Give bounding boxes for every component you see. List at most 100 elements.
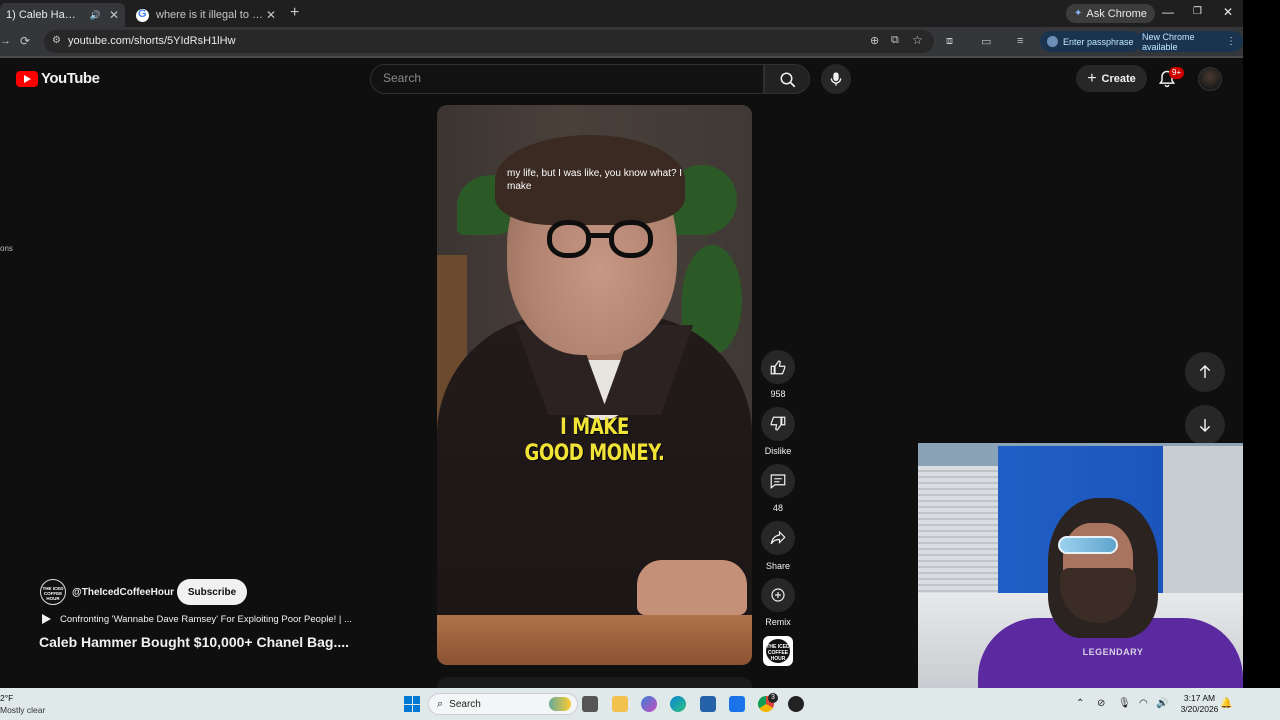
passphrase-button[interactable]: Enter passphrase: [1040, 31, 1141, 52]
bookmark-star-icon[interactable]: ☆: [912, 33, 923, 47]
network-off-icon[interactable]: ⊘: [1097, 698, 1105, 709]
close-tab-icon[interactable]: ✕: [266, 8, 276, 22]
copilot-icon[interactable]: [641, 696, 657, 712]
tab-google-search[interactable]: where is it illegal to count card ✕: [130, 3, 282, 27]
ask-chrome-label: Ask Chrome: [1086, 7, 1147, 20]
chrome-update-button[interactable]: New Chrome available ⋮: [1135, 31, 1243, 52]
wifi-icon[interactable]: ◠: [1139, 698, 1148, 709]
extensions-icon[interactable]: ⧈: [946, 35, 953, 48]
like-count: 958: [770, 389, 786, 399]
file-explorer-icon[interactable]: [612, 696, 628, 712]
related-video-link[interactable]: Confronting 'Wannabe Dave Ramsey' For Ex…: [40, 613, 352, 625]
overlay-line: I MAKE: [560, 415, 629, 440]
clock-date: 3/20/2026: [1180, 704, 1219, 714]
webcam-overlay: LEGENDARY: [918, 443, 1243, 688]
thumbs-down-icon: [770, 416, 786, 431]
task-view-icon[interactable]: [582, 696, 598, 712]
install-app-icon[interactable]: ⧉: [891, 34, 899, 47]
weather-description[interactable]: Mostly clear: [0, 705, 45, 715]
speaker-icon[interactable]: 🔊: [90, 10, 101, 21]
short-video-player[interactable]: my life, but I was like, you know what? …: [437, 105, 752, 665]
notifications-icon[interactable]: 🔔: [1220, 698, 1232, 709]
restore-icon[interactable]: ❐: [1193, 6, 1202, 17]
arrow-down-icon: [1199, 419, 1211, 433]
chrome-window-count: 3: [768, 693, 778, 703]
site-info-icon[interactable]: ⚙: [52, 35, 61, 46]
reload-icon[interactable]: ⟳: [20, 34, 30, 48]
next-short-preview[interactable]: [437, 677, 752, 688]
search-button[interactable]: [764, 64, 810, 94]
subscribe-button[interactable]: Subscribe: [177, 579, 247, 605]
youtube-play-icon: [16, 70, 38, 87]
windows-start-icon[interactable]: [404, 696, 420, 712]
passphrase-label: Enter passphrase: [1063, 36, 1134, 47]
share-icon: [770, 530, 786, 545]
close-tab-icon[interactable]: ✕: [109, 8, 119, 22]
taskbar-search[interactable]: ⌕ Search: [428, 693, 578, 715]
video-table: [437, 615, 752, 665]
video-caption: my life, but I was like, you know what? …: [507, 168, 683, 192]
youtube-logo[interactable]: YouTube: [16, 70, 100, 87]
create-button[interactable]: + Create: [1076, 65, 1147, 92]
store-icon[interactable]: [700, 696, 716, 712]
related-video-title: Confronting 'Wannabe Dave Ramsey' For Ex…: [60, 613, 352, 625]
zoom-icon[interactable]: ⊕: [870, 34, 879, 47]
new-tab-icon[interactable]: +: [290, 4, 299, 22]
notification-badge: 9+: [1169, 67, 1185, 79]
webcam-sunglasses: [1058, 536, 1118, 554]
reading-list-icon[interactable]: ≡: [1017, 35, 1023, 47]
forward-icon[interactable]: →: [0, 35, 11, 47]
webcam-shirt-text: LEGENDARY: [1082, 647, 1144, 657]
channel-handle[interactable]: @TheIcedCoffeeHour: [72, 587, 174, 598]
microphone-icon: [830, 72, 842, 86]
share-button[interactable]: [761, 521, 795, 555]
close-window-icon[interactable]: ✕: [1223, 5, 1233, 19]
update-label: New Chrome available: [1142, 31, 1195, 52]
microphone-icon[interactable]: 🎙: [1118, 698, 1131, 709]
cast-icon[interactable]: ▭: [981, 35, 991, 48]
account-avatar[interactable]: [1198, 67, 1222, 91]
channel-avatar[interactable]: THE ICED COFFEE HOUR: [40, 579, 66, 605]
video-person-hands: [637, 560, 747, 615]
tab-youtube-short[interactable]: 1) Caleb Hammer Bought 🔊 ✕: [0, 3, 125, 27]
youtube-wordmark: YouTube: [41, 70, 100, 87]
share-label: Share: [765, 561, 791, 571]
url-text: youtube.com/shorts/5YIdRsH1lHw: [68, 35, 236, 47]
glasses-lens: [609, 220, 653, 258]
obs-icon[interactable]: [788, 696, 804, 712]
sparkle-icon: ✦: [1074, 8, 1083, 19]
screen-edge: [1243, 0, 1280, 688]
edge-icon[interactable]: [670, 696, 686, 712]
voice-search-button[interactable]: [821, 64, 851, 94]
glasses-lens: [547, 220, 591, 258]
remix-icon: [771, 588, 785, 602]
show-hidden-icons[interactable]: ⌃: [1076, 698, 1084, 709]
search-highlight-icon: [549, 697, 571, 711]
windows-taskbar: 2°F Mostly clear ⌕ Search 3 ⌃ ⊘ 🎙 ◠ 🔊 3:…: [0, 688, 1280, 720]
search-input[interactable]: [383, 71, 753, 85]
dislike-button[interactable]: [761, 407, 795, 441]
webcam-window-blinds: [918, 466, 998, 606]
minimize-icon[interactable]: —: [1162, 5, 1174, 19]
like-button[interactable]: [761, 350, 795, 384]
comment-icon: [770, 474, 786, 489]
clock[interactable]: 3:17 AM 3/20/2026: [1177, 693, 1222, 715]
outlook-icon[interactable]: [729, 696, 745, 712]
remix-button[interactable]: [761, 578, 795, 612]
thumbs-up-icon: [770, 360, 786, 375]
next-short-button[interactable]: [1185, 405, 1225, 445]
channel-thumbnail[interactable]: THE ICED COFFEE HOUR: [763, 636, 793, 666]
weather-temperature[interactable]: 2°F: [0, 693, 13, 703]
divider: [0, 56, 1243, 58]
address-bar[interactable]: ⚙ youtube.com/shorts/5YIdRsH1lHw ⊕ ⧉ ☆: [44, 30, 934, 53]
previous-short-button[interactable]: [1185, 352, 1225, 392]
search-icon: ⌕: [437, 697, 444, 710]
short-title: Caleb Hammer Bought $10,000+ Chanel Bag.…: [39, 634, 350, 650]
clock-time: 3:17 AM: [1183, 693, 1216, 703]
video-overlay-text: I MAKE GOOD MONEY.: [465, 415, 723, 467]
overlay-line: GOOD MONEY.: [524, 441, 665, 466]
comments-button[interactable]: [761, 464, 795, 498]
channel-logo-text: THE ICED COFFEE HOUR: [42, 586, 64, 601]
ask-chrome-button[interactable]: ✦ Ask Chrome: [1066, 4, 1155, 23]
volume-icon[interactable]: 🔊: [1156, 698, 1168, 709]
